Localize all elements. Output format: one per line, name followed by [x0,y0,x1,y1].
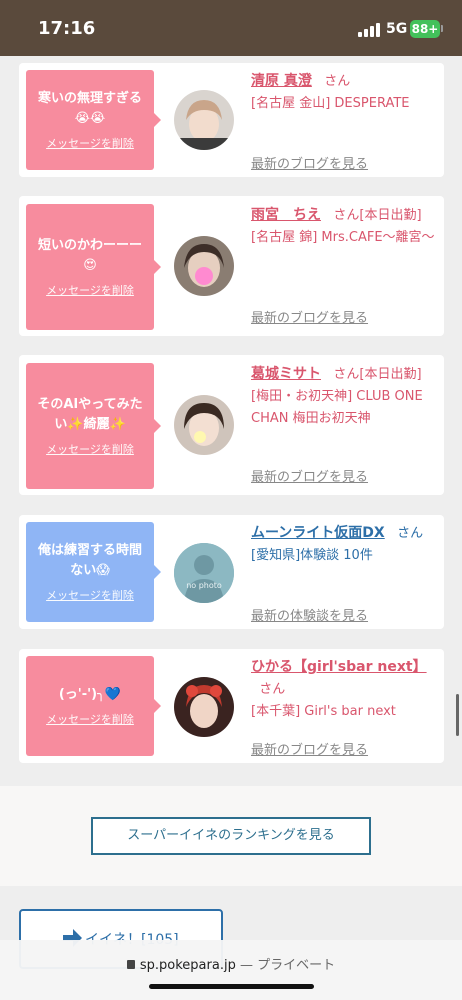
message-bubble: 短いのかわーーー😍 メッセージを削除 [26,204,161,330]
delete-message-link[interactable]: メッセージを削除 [46,441,134,457]
user-name-link[interactable]: ムーンライト仮面DX [251,525,385,541]
list-item: そのAIやってみたい✨綺麗✨ メッセージを削除 葛城ミサト さん[本日出勤] [… [19,355,444,495]
list-item: 短いのかわーーー😍 メッセージを削除 雨宮 ちえ さん[本日出勤] [名古屋 錦… [19,196,444,336]
cast-info: ひかる【girl'sbar next】 さん [本千葉] Girl's bar … [251,656,439,758]
message-text: 俺は練習する時間ない😱 [37,543,142,578]
home-indicator[interactable] [149,984,314,989]
avatar[interactable] [174,677,234,737]
review-count-link[interactable]: [愛知県]体験談 10件 [251,548,373,563]
latest-review-link[interactable]: 最新の体験談を見る [251,606,368,628]
url-text: sp.pokepara.jp [139,958,236,973]
no-photo-label: no photo [186,581,222,590]
message-bubble: 俺は練習する時間ない😱 メッセージを削除 [26,522,161,622]
list-item: 俺は練習する時間ない😱 メッセージを削除 no photo ムーンライト仮面DX… [19,515,444,629]
cast-info: 葛城ミサト さん[本日出勤] [梅田・お初天神] CLUB ONE CHAN 梅… [251,363,439,485]
latest-blog-link[interactable]: 最新のブログを見る [251,154,368,176]
honorific: さん [397,526,424,541]
status-bar: 17:16 5G 88+ [0,0,462,56]
latest-blog-link[interactable]: 最新のブログを見る [251,740,368,762]
avatar[interactable] [174,236,234,296]
ranking-section: スーパーイイネのランキングを見る [0,786,462,886]
message-bubble: そのAIやってみたい✨綺麗✨ メッセージを削除 [26,363,161,489]
network-label: 5G [386,21,408,37]
honorific: さん[本日出勤] [333,208,422,223]
latest-blog-link[interactable]: 最新のブログを見る [251,308,368,330]
message-bubble: (っ'-')╮💙 メッセージを削除 [26,656,161,756]
message-text: 寒いの無理すぎる😭😭 [37,91,142,126]
delete-message-link[interactable]: メッセージを削除 [46,135,134,151]
avatar[interactable] [174,90,234,150]
list-item: (っ'-')╮💙 メッセージを削除 ひかる【girl'sbar next】 さん… [19,649,444,763]
cast-info: 清原 真澄 さん [名古屋 金山] DESPERATE 最新のブログを見る [251,70,439,172]
honorific: さん [259,682,286,697]
message-text: 短いのかわーーー😍 [37,238,142,273]
delete-message-link[interactable]: メッセージを削除 [46,282,134,298]
scrollbar-thumb[interactable] [456,694,459,736]
store-link[interactable]: [本千葉] Girl's bar next [251,704,396,719]
cast-info: 雨宮 ちえ さん[本日出勤] [名古屋 錦] Mrs.CAFE～離宮～ 最新のブ… [251,204,439,326]
avatar[interactable] [174,395,234,455]
message-text: (っ'-')╮💙 [58,687,122,702]
delete-message-link[interactable]: メッセージを削除 [46,711,134,727]
user-info: ムーンライト仮面DX さん [愛知県]体験談 10件 最新の体験談を見る [251,522,439,624]
browser-url-bar[interactable]: sp.pokepara.jp — プライベート [0,940,462,1000]
no-photo-avatar[interactable]: no photo [174,543,234,603]
signal-icon [358,23,380,37]
super-iine-ranking-button[interactable]: スーパーイイネのランキングを見る [91,817,371,855]
store-link[interactable]: [名古屋 金山] DESPERATE [251,96,409,111]
battery-icon: 88+ [410,20,440,38]
lock-icon [126,960,135,969]
delete-message-link[interactable]: メッセージを削除 [46,587,134,603]
cast-name-link[interactable]: 清原 真澄 [251,73,312,89]
cast-name-link[interactable]: ひかる【girl'sbar next】 [251,659,427,675]
cast-name-link[interactable]: 雨宮 ちえ [251,207,321,223]
store-link[interactable]: [梅田・お初天神] CLUB ONE CHAN 梅田お初天神 [251,389,423,426]
list-item: 寒いの無理すぎる😭😭 メッセージを削除 清原 真澄 さん [名古屋 金山] DE… [19,63,444,177]
privacy-label: — プライベート [239,958,336,973]
battery-nub [441,25,443,32]
store-link[interactable]: [名古屋 錦] Mrs.CAFE～離宮～ [251,230,435,245]
honorific: さん[本日出勤] [333,367,422,382]
message-text: そのAIやってみたい✨綺麗✨ [37,397,143,432]
latest-blog-link[interactable]: 最新のブログを見る [251,467,368,489]
status-time: 17:16 [38,18,96,39]
honorific: さん [324,74,351,89]
cast-name-link[interactable]: 葛城ミサト [251,366,321,382]
message-bubble: 寒いの無理すぎる😭😭 メッセージを削除 [26,70,161,170]
